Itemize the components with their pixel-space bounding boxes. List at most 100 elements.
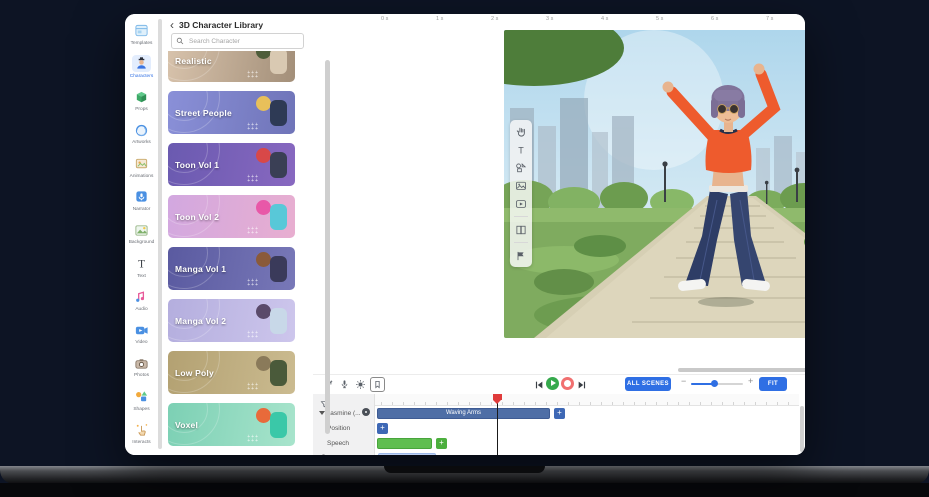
stage-scene bbox=[504, 30, 805, 338]
sidebar-item-label: Animations bbox=[130, 174, 154, 179]
figure-decoration bbox=[256, 304, 271, 319]
record-button[interactable] bbox=[561, 377, 574, 390]
sidebar-item-label: Templates bbox=[131, 41, 153, 46]
ruler-label: 5 s bbox=[656, 16, 663, 22]
sidebar-item-photos[interactable]: Photos bbox=[125, 355, 158, 388]
sidebar-item-animations[interactable]: Animations bbox=[125, 155, 158, 188]
clip-speech[interactable] bbox=[377, 438, 432, 449]
search-input[interactable] bbox=[187, 37, 291, 46]
figure-decoration bbox=[270, 308, 287, 334]
sidebar-item-label: Props bbox=[135, 107, 148, 112]
dots-decoration: ++++++ bbox=[247, 279, 259, 287]
sidebar-item-video[interactable]: Video bbox=[125, 322, 158, 355]
sidebar-item-narrator[interactable]: Narrator bbox=[125, 188, 158, 221]
card-low-poly[interactable]: Low Poly ++++++ bbox=[168, 351, 295, 394]
card-title: Toon Vol 1 bbox=[175, 160, 219, 170]
card-title: Realistic bbox=[175, 56, 212, 66]
track-name-position[interactable]: Position bbox=[327, 425, 350, 432]
timeline-zoom-in[interactable]: + bbox=[748, 376, 753, 386]
sidebar-item-label: Narrator bbox=[133, 207, 151, 212]
image-tool-icon[interactable] bbox=[515, 179, 528, 192]
dots-decoration: ++++++ bbox=[247, 71, 259, 79]
card-manga-vol-2[interactable]: Manga Vol 2 ++++++ bbox=[168, 299, 295, 342]
search-icon bbox=[176, 32, 184, 50]
skip-start-button[interactable] bbox=[533, 379, 544, 390]
card-street-people[interactable]: Street People ++++++ bbox=[168, 91, 295, 134]
microphone-icon[interactable] bbox=[338, 378, 351, 391]
back-chevron-icon[interactable]: ‹ bbox=[170, 20, 174, 30]
flag-tool-icon[interactable] bbox=[515, 249, 528, 262]
sidebar-item-audio[interactable]: Audio bbox=[125, 288, 158, 321]
gear-icon[interactable] bbox=[362, 408, 370, 416]
interacts-icon bbox=[132, 422, 151, 439]
card-realistic[interactable]: Realistic ++++++ bbox=[168, 51, 295, 82]
sidebar-item-characters[interactable]: Characters bbox=[125, 55, 158, 88]
add-speech-button[interactable]: + bbox=[436, 438, 447, 449]
video-tool-icon[interactable] bbox=[515, 197, 528, 210]
audio-icon bbox=[132, 288, 151, 305]
effects-sun-icon[interactable] bbox=[354, 378, 367, 391]
dots-decoration: ++++++ bbox=[247, 175, 259, 183]
add-position-button[interactable]: + bbox=[377, 423, 388, 434]
pages-tool-icon[interactable] bbox=[515, 223, 528, 236]
playhead-handle[interactable] bbox=[493, 394, 502, 400]
pan-tool-icon[interactable] bbox=[515, 125, 528, 138]
track-name-camera[interactable]: Camera bbox=[321, 454, 344, 456]
ruler-label: 4 s bbox=[601, 16, 608, 22]
timeline-zoom-out[interactable]: − bbox=[681, 376, 686, 386]
dots-decoration: ++++++ bbox=[247, 123, 259, 131]
sidebar-item-label: Video bbox=[135, 340, 147, 345]
sidebar: Templates Characters Props Artworks Anim… bbox=[125, 14, 158, 455]
fit-button[interactable]: FIT bbox=[759, 377, 787, 391]
horizontal-scrollbar[interactable] bbox=[678, 368, 805, 372]
card-toon-vol-2[interactable]: Toon Vol 2 ++++++ bbox=[168, 195, 295, 238]
card-toon-vol-1[interactable]: Toon Vol 1 ++++++ bbox=[168, 143, 295, 186]
sidebar-item-label: Audio bbox=[135, 307, 147, 312]
library-scrollbar[interactable] bbox=[325, 60, 330, 434]
skip-end-button[interactable] bbox=[576, 379, 587, 390]
character-library-panel: ‹ 3D Character Library Realistic ++++++ … bbox=[163, 14, 313, 455]
track-name-speech[interactable]: Speech bbox=[327, 440, 349, 447]
card-manga-vol-1[interactable]: Manga Vol 1 ++++++ bbox=[168, 247, 295, 290]
sidebar-item-props[interactable]: Props bbox=[125, 89, 158, 122]
timeline-zoom-slider-thumb[interactable] bbox=[711, 380, 718, 387]
shapes-tool-icon[interactable] bbox=[515, 161, 528, 174]
play-button[interactable] bbox=[546, 377, 559, 390]
sidebar-item-artworks[interactable]: Artworks bbox=[125, 122, 158, 155]
character-card-list: Realistic ++++++ Street People ++++++ To… bbox=[168, 51, 308, 455]
timeline-ruler[interactable] bbox=[375, 394, 799, 406]
clip-waving-arms[interactable]: Waving Arms bbox=[377, 408, 550, 419]
text-tool-icon[interactable]: T bbox=[515, 143, 528, 156]
sidebar-scrollbar[interactable] bbox=[158, 19, 162, 449]
narrator-icon bbox=[132, 188, 151, 205]
sidebar-item-shapes[interactable]: Shapes bbox=[125, 388, 158, 421]
sidebar-item-background[interactable]: Background bbox=[125, 222, 158, 255]
sidebar-item-templates[interactable]: Templates bbox=[125, 22, 158, 55]
ruler-label: 1 s bbox=[436, 16, 443, 22]
search-box[interactable] bbox=[171, 33, 304, 49]
timeline-vertical-scrollbar[interactable] bbox=[800, 406, 804, 452]
sidebar-item-interacts[interactable]: Interacts bbox=[125, 422, 158, 455]
svg-text:T: T bbox=[518, 145, 524, 155]
stage-viewport[interactable] bbox=[504, 30, 805, 338]
bookmark-button[interactable] bbox=[370, 377, 385, 392]
sidebar-item-text[interactable]: T Text bbox=[125, 255, 158, 288]
figure-decoration bbox=[256, 148, 271, 163]
all-scenes-button[interactable]: ALL SCENES bbox=[625, 377, 671, 391]
ruler-label: 6 s bbox=[711, 16, 718, 22]
app-window: Templates Characters Props Artworks Anim… bbox=[125, 14, 805, 455]
ruler-label: 3 s bbox=[546, 16, 553, 22]
ruler-label: 2 s bbox=[491, 16, 498, 22]
ruler-label: 0 s bbox=[381, 16, 388, 22]
library-header: ‹ 3D Character Library bbox=[163, 17, 263, 33]
figure-decoration bbox=[270, 256, 287, 282]
sidebar-item-label: Background bbox=[129, 240, 155, 245]
photos-icon bbox=[132, 355, 151, 372]
card-title: Street People bbox=[175, 108, 232, 118]
shapes-icon bbox=[132, 388, 151, 405]
card-voxel[interactable]: Voxel ++++++ bbox=[168, 403, 295, 446]
add-animation-button[interactable]: + bbox=[554, 408, 565, 419]
sidebar-item-label: Characters bbox=[130, 74, 153, 79]
clip-camera-1[interactable]: Camera 1 bbox=[378, 453, 436, 456]
sidebar-item-label: Photos bbox=[134, 373, 149, 378]
